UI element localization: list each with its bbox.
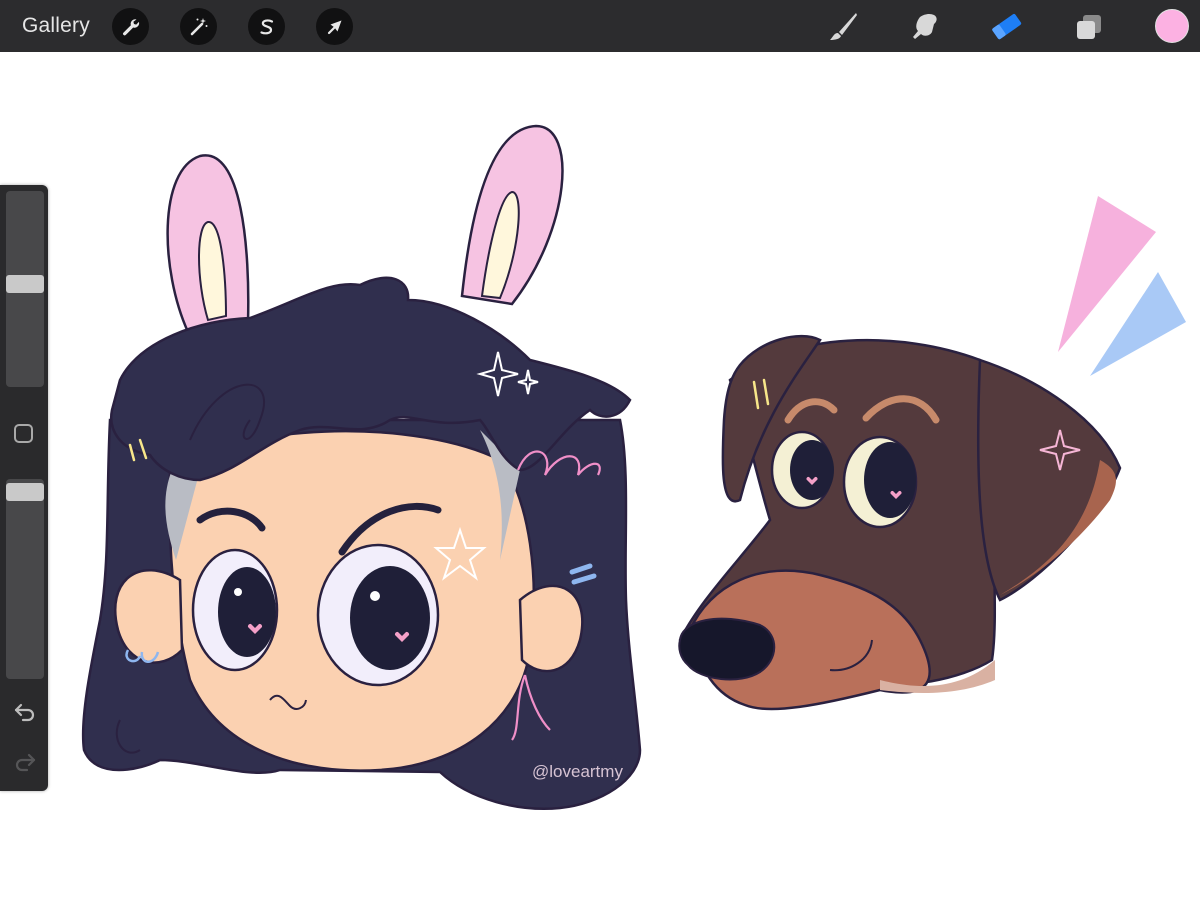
actions-button[interactable] bbox=[112, 8, 149, 45]
selection-icon bbox=[259, 18, 273, 34]
accent-marks bbox=[1058, 196, 1186, 376]
current-color-swatch[interactable] bbox=[1155, 9, 1189, 43]
eraser-tool-button[interactable] bbox=[988, 8, 1026, 46]
selection-button[interactable] bbox=[248, 8, 285, 45]
girl-illustration bbox=[81, 124, 642, 810]
brush-tool-button[interactable] bbox=[824, 8, 862, 46]
brush-icon bbox=[830, 13, 857, 40]
adjustments-button[interactable] bbox=[180, 8, 217, 45]
artist-watermark: @loveartmy bbox=[532, 762, 623, 781]
magic-wand-icon bbox=[190, 17, 207, 35]
layers-icon bbox=[1077, 15, 1101, 39]
top-toolbar: Gallery bbox=[0, 0, 1200, 52]
transform-button[interactable] bbox=[316, 8, 353, 45]
wrench-icon bbox=[122, 18, 139, 35]
dog-illustration bbox=[678, 335, 1122, 711]
eraser-icon bbox=[992, 14, 1022, 40]
transform-arrow-icon bbox=[327, 20, 341, 34]
smudge-tool-button[interactable] bbox=[906, 8, 944, 46]
smudge-icon bbox=[913, 13, 937, 39]
layers-button[interactable] bbox=[1070, 8, 1108, 46]
gallery-button[interactable]: Gallery bbox=[22, 13, 90, 39]
